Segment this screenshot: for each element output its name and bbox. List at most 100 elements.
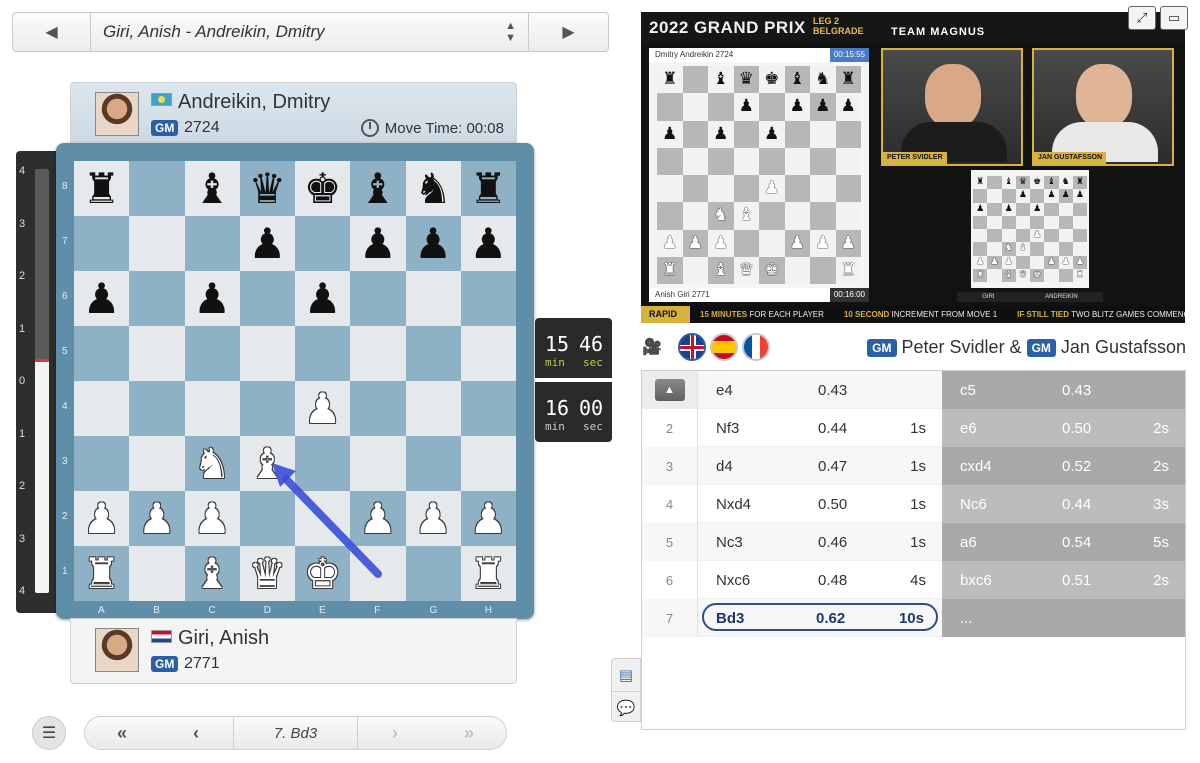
next-game-button[interactable]: ▶	[528, 13, 608, 51]
black-move[interactable]: bxc6	[960, 572, 992, 589]
square-h7[interactable]: ♟	[460, 216, 516, 271]
chess-board[interactable]: ♜ ♝ ♛ ♚ ♝ ♞ ♜ ♟ ♟ ♟ ♟ ♟ ♟ ♟ ♟ ♞ ♝ ♟ ♟ ♟ ♟ ♟ ♟ ♜ ♝ ♛ ♚ ♜	[74, 161, 516, 601]
square-h2[interactable]: ♟	[460, 491, 516, 546]
square-e6[interactable]: ♟	[295, 271, 351, 326]
square-a6[interactable]: ♟	[74, 271, 130, 326]
last-move-button[interactable]: »	[432, 717, 506, 749]
square-d3[interactable]: ♝	[239, 436, 295, 491]
video-player[interactable]: 2022 GRAND PRIX LEG 2 BELGRADE TEAM MAGNU…	[641, 12, 1185, 323]
square-c5[interactable]	[184, 326, 240, 381]
square-c8[interactable]: ♝	[184, 161, 240, 216]
square-b1[interactable]	[129, 546, 185, 601]
black-pawn-icon[interactable]: ♟	[249, 222, 287, 265]
black-knight-icon[interactable]: ♞	[414, 167, 452, 210]
square-f7[interactable]: ♟	[350, 216, 406, 271]
language-english[interactable]	[678, 333, 706, 361]
black-move[interactable]: Nc6	[960, 496, 987, 513]
square-b6[interactable]	[129, 271, 185, 326]
black-move-cell[interactable]: bxc6 0.51 2s	[942, 561, 1185, 599]
square-c1[interactable]: ♝	[184, 546, 240, 601]
square-g2[interactable]: ♟	[405, 491, 461, 546]
square-d6[interactable]	[239, 271, 295, 326]
white-move-cell[interactable]: e4 0.43	[698, 371, 942, 409]
square-c2[interactable]: ♟	[184, 491, 240, 546]
square-h1[interactable]: ♜	[460, 546, 516, 601]
square-g6[interactable]	[405, 271, 461, 326]
square-a8[interactable]: ♜	[74, 161, 130, 216]
scroll-up-button[interactable]: ▲	[642, 371, 698, 409]
white-move-cell[interactable]: d4 0.47 1s	[698, 447, 942, 485]
white-move[interactable]: Bd3	[716, 610, 744, 627]
white-pawn-icon[interactable]: ♟	[304, 387, 342, 430]
menu-button[interactable]: ☰	[32, 716, 66, 750]
black-move[interactable]: a6	[960, 534, 977, 551]
square-f5[interactable]	[350, 326, 406, 381]
square-a2[interactable]: ♟	[74, 491, 130, 546]
square-b2[interactable]: ♟	[129, 491, 185, 546]
square-e4[interactable]: ♟	[295, 381, 351, 436]
square-e1[interactable]: ♚	[295, 546, 351, 601]
black-move-cell[interactable]: Nc6 0.44 3s	[942, 485, 1185, 523]
white-move-cell[interactable]: Nxd4 0.50 1s	[698, 485, 942, 523]
first-move-button[interactable]: «	[85, 717, 159, 749]
square-f4[interactable]	[350, 381, 406, 436]
white-pawn-icon[interactable]: ♟	[83, 497, 121, 540]
white-pawn-icon[interactable]: ♟	[193, 497, 231, 540]
video-camera-icon[interactable]: 🎥	[642, 337, 668, 356]
black-move-cell[interactable]: c5 0.43	[942, 371, 1185, 409]
square-f2[interactable]: ♟	[350, 491, 406, 546]
square-c7[interactable]	[184, 216, 240, 271]
square-a4[interactable]	[74, 381, 130, 436]
square-g5[interactable]	[405, 326, 461, 381]
black-pawn-icon[interactable]: ♟	[83, 277, 121, 320]
black-queen-icon[interactable]: ♛	[249, 167, 287, 210]
square-d8[interactable]: ♛	[239, 161, 295, 216]
square-a3[interactable]	[74, 436, 130, 491]
square-d5[interactable]	[239, 326, 295, 381]
square-b5[interactable]	[129, 326, 185, 381]
white-move-cell[interactable]: Bd3 0.62 10s	[698, 599, 942, 637]
fullscreen-button[interactable]: ▭	[1160, 6, 1188, 30]
square-e5[interactable]	[295, 326, 351, 381]
popout-button[interactable]: ⤢	[1128, 6, 1156, 30]
black-bishop-icon[interactable]: ♝	[193, 167, 231, 210]
square-f8[interactable]: ♝	[350, 161, 406, 216]
white-move-cell[interactable]: Nf3 0.44 1s	[698, 409, 942, 447]
black-move-cell[interactable]: e6 0.50 2s	[942, 409, 1185, 447]
white-move[interactable]: e4	[716, 382, 733, 399]
square-e8[interactable]: ♚	[295, 161, 351, 216]
white-bishop-icon[interactable]: ♝	[193, 552, 231, 595]
black-pawn-icon[interactable]: ♟	[470, 222, 508, 265]
bottom-player-name[interactable]: Giri, Anish	[178, 627, 269, 650]
square-a1[interactable]: ♜	[74, 546, 130, 601]
language-french[interactable]	[742, 333, 770, 361]
square-f1[interactable]	[350, 546, 406, 601]
white-move-cell[interactable]: Nc3 0.46 1s	[698, 523, 942, 561]
square-d2[interactable]	[239, 491, 295, 546]
white-pawn-icon[interactable]: ♟	[359, 497, 397, 540]
square-a7[interactable]	[74, 216, 130, 271]
black-move[interactable]: c5	[960, 382, 976, 399]
white-rook-icon[interactable]: ♜	[83, 552, 121, 595]
white-move-cell[interactable]: Nxc6 0.48 4s	[698, 561, 942, 599]
square-g7[interactable]: ♟	[405, 216, 461, 271]
black-move[interactable]: ...	[960, 610, 973, 627]
square-h8[interactable]: ♜	[460, 161, 516, 216]
white-bishop-icon[interactable]: ♝	[249, 442, 287, 485]
prev-move-button[interactable]: ‹	[159, 717, 233, 749]
square-b4[interactable]	[129, 381, 185, 436]
white-move[interactable]: Nxc6	[716, 572, 750, 589]
prev-game-button[interactable]: ◀	[13, 13, 91, 51]
game-select-dropdown[interactable]: Giri, Anish - Andreikin, Dmitry ▲ ▼	[91, 13, 528, 51]
square-g1[interactable]	[405, 546, 461, 601]
square-d4[interactable]	[239, 381, 295, 436]
square-f6[interactable]	[350, 271, 406, 326]
avatar[interactable]	[95, 92, 139, 136]
white-queen-icon[interactable]: ♛	[249, 552, 287, 595]
white-knight-icon[interactable]: ♞	[193, 442, 231, 485]
black-move-cell[interactable]: ...	[942, 599, 1185, 637]
square-e2[interactable]	[295, 491, 351, 546]
square-h3[interactable]	[460, 436, 516, 491]
black-rook-icon[interactable]: ♜	[470, 167, 508, 210]
black-rook-icon[interactable]: ♜	[83, 167, 121, 210]
